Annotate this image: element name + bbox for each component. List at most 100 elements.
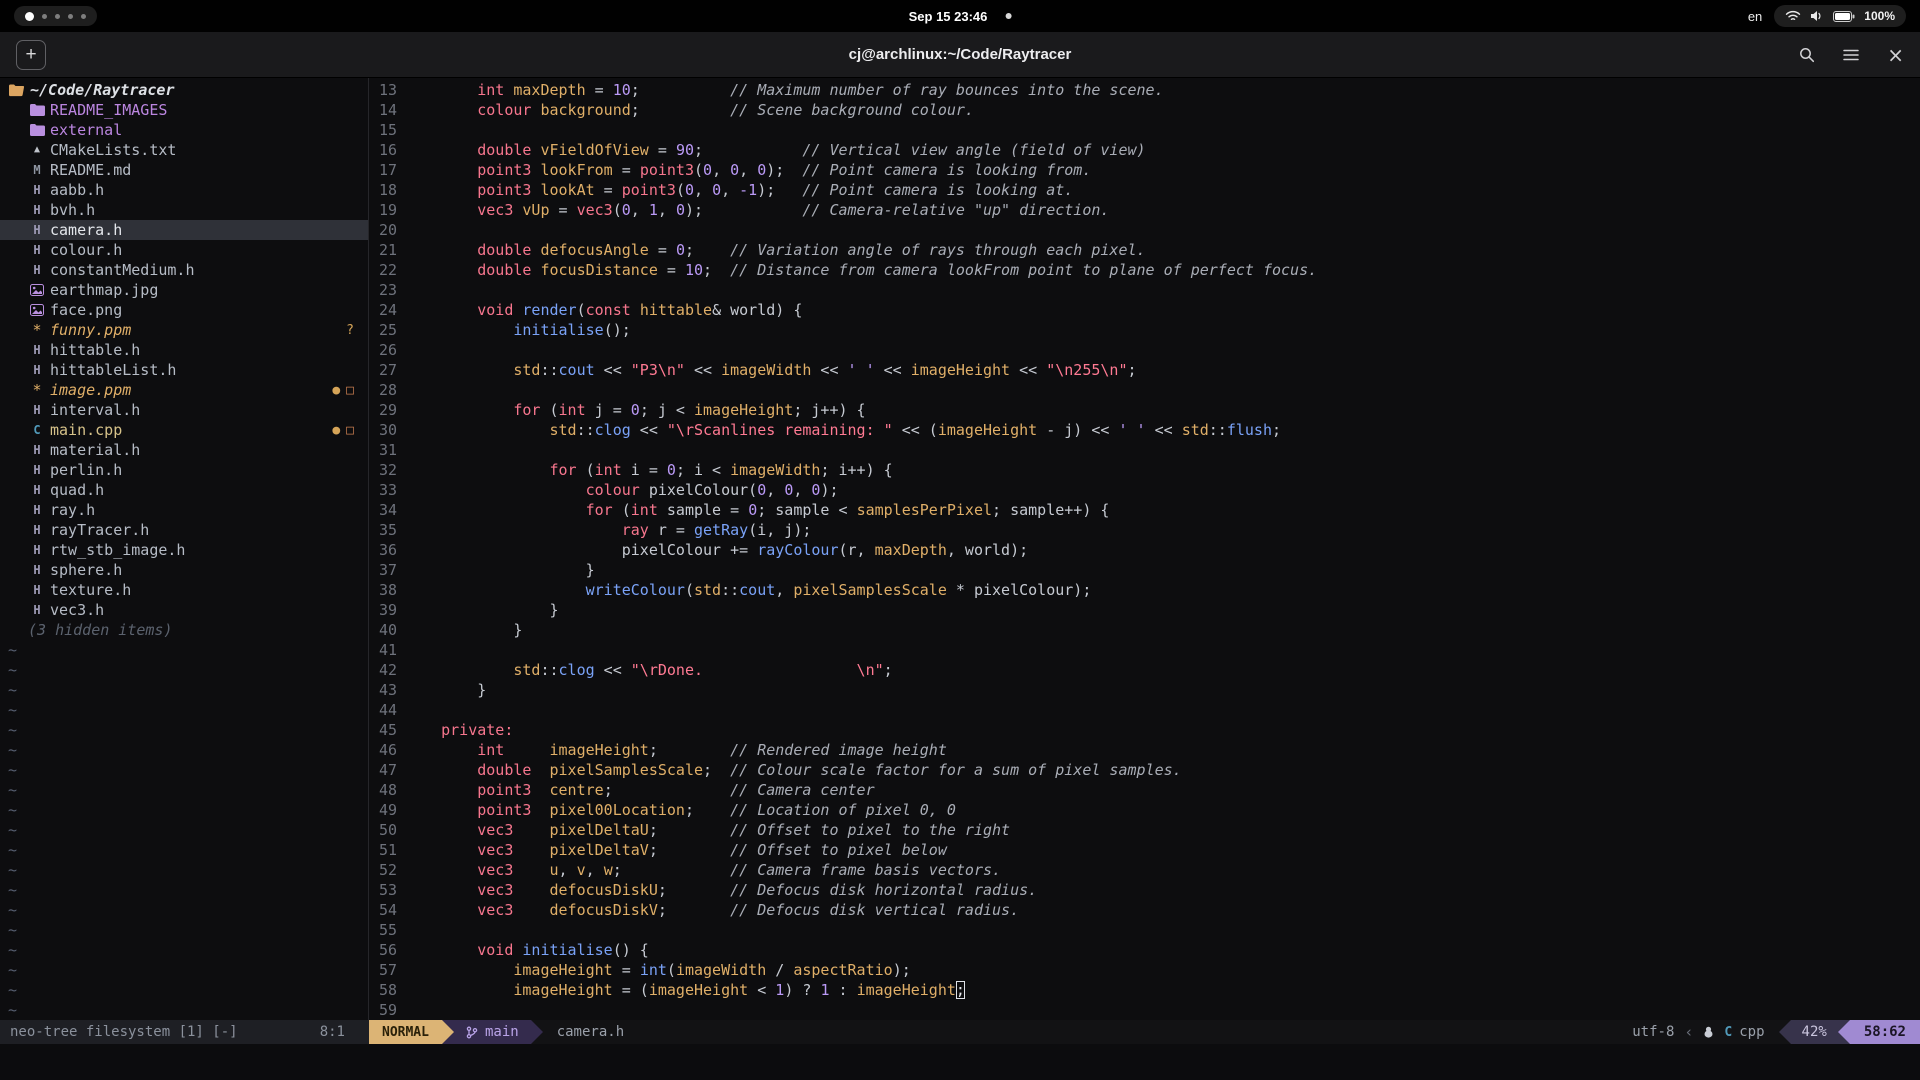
tree-item-hittablelist.h[interactable]: HhittableList.h: [0, 360, 368, 380]
clock[interactable]: Sep 15 23:46: [909, 9, 988, 24]
tree-item-quad.h[interactable]: Hquad.h: [0, 480, 368, 500]
tree-item-sphere.h[interactable]: Hsphere.h: [0, 560, 368, 580]
tree-item-cmakelists.txt[interactable]: ▲CMakeLists.txt: [0, 140, 368, 160]
code-line-25[interactable]: 25 initialise();: [369, 320, 1920, 340]
code-line-35[interactable]: 35 ray r = getRay(i, j);: [369, 520, 1920, 540]
code-line-50[interactable]: 50 vec3 pixelDeltaU; // Offset to pixel …: [369, 820, 1920, 840]
code-line-26[interactable]: 26: [369, 340, 1920, 360]
line-number: 42: [373, 660, 397, 680]
markdown-icon: M: [28, 164, 46, 176]
code-line-17[interactable]: 17 point3 lookFrom = point3(0, 0, 0); //…: [369, 160, 1920, 180]
search-icon[interactable]: [1799, 47, 1815, 63]
tree-item-material.h[interactable]: Hmaterial.h: [0, 440, 368, 460]
code-line-38[interactable]: 38 writeColour(std::cout, pixelSamplesSc…: [369, 580, 1920, 600]
keyboard-layout[interactable]: en: [1748, 9, 1762, 24]
tree-item-face.png[interactable]: face.png: [0, 300, 368, 320]
menu-icon[interactable]: [1843, 49, 1859, 61]
line-number: 22: [373, 260, 397, 280]
tree-item-bvh.h[interactable]: Hbvh.h: [0, 200, 368, 220]
tree-item-readme.md[interactable]: MREADME.md: [0, 160, 368, 180]
tree-item-ray.h[interactable]: Hray.h: [0, 500, 368, 520]
code-line-21[interactable]: 21 double defocusAngle = 0; // Variation…: [369, 240, 1920, 260]
code-line-29[interactable]: 29 for (int j = 0; j < imageHeight; j++)…: [369, 400, 1920, 420]
tree-item-rtw-stb-image.h[interactable]: Hrtw_stb_image.h: [0, 540, 368, 560]
code-line-13[interactable]: 13 int maxDepth = 10; // Maximum number …: [369, 80, 1920, 100]
code-line-37[interactable]: 37 }: [369, 560, 1920, 580]
code-line-49[interactable]: 49 point3 pixel00Location; // Location o…: [369, 800, 1920, 820]
tree-item-earthmap.jpg[interactable]: earthmap.jpg: [0, 280, 368, 300]
system-tray[interactable]: en 100%: [1748, 5, 1906, 27]
code-line-54[interactable]: 54 vec3 defocusDiskV; // Defocus disk ve…: [369, 900, 1920, 920]
tree-item-raytracer.h[interactable]: HrayTracer.h: [0, 520, 368, 540]
tree-item-camera.h[interactable]: Hcamera.h: [0, 220, 368, 240]
code-line-27[interactable]: 27 std::cout << "P3\n" << imageWidth << …: [369, 360, 1920, 380]
battery-percent: 100%: [1864, 9, 1895, 23]
code-line-30[interactable]: 30 std::clog << "\rScanlines remaining: …: [369, 420, 1920, 440]
command-line[interactable]: [0, 1044, 1920, 1080]
tree-item--code-raytracer[interactable]: ~/Code/Raytracer: [0, 80, 368, 100]
code-line-34[interactable]: 34 for (int sample = 0; sample < samples…: [369, 500, 1920, 520]
code-line-58[interactable]: 58 imageHeight = (imageHeight < 1) ? 1 :…: [369, 980, 1920, 1000]
code-text: }: [405, 680, 486, 700]
code-line-56[interactable]: 56 void initialise() {: [369, 940, 1920, 960]
code-text: vec3 defocusDiskU; // Defocus disk horiz…: [405, 880, 1037, 900]
code-text: vec3 u, v, w; // Camera frame basis vect…: [405, 860, 1001, 880]
code-line-48[interactable]: 48 point3 centre; // Camera center: [369, 780, 1920, 800]
code-line-59[interactable]: 59: [369, 1000, 1920, 1020]
code-line-14[interactable]: 14 colour background; // Scene backgroun…: [369, 100, 1920, 120]
code-line-16[interactable]: 16 double vFieldOfView = 90; // Vertical…: [369, 140, 1920, 160]
code-line-44[interactable]: 44: [369, 700, 1920, 720]
workspace-indicator[interactable]: [14, 6, 97, 26]
code-line-28[interactable]: 28: [369, 380, 1920, 400]
code-line-47[interactable]: 47 double pixelSamplesScale; // Colour s…: [369, 760, 1920, 780]
system-top-bar: Sep 15 23:46 en 100%: [0, 0, 1920, 32]
tree-item-aabb.h[interactable]: Haabb.h: [0, 180, 368, 200]
code-line-33[interactable]: 33 colour pixelColour(0, 0, 0);: [369, 480, 1920, 500]
code-line-40[interactable]: 40 }: [369, 620, 1920, 640]
code-text: point3 lookFrom = point3(0, 0, 0); // Po…: [405, 160, 1091, 180]
code-line-57[interactable]: 57 imageHeight = int(imageWidth / aspect…: [369, 960, 1920, 980]
code-line-31[interactable]: 31: [369, 440, 1920, 460]
code-line-55[interactable]: 55: [369, 920, 1920, 940]
code-line-46[interactable]: 46 int imageHeight; // Rendered image he…: [369, 740, 1920, 760]
code-line-18[interactable]: 18 point3 lookAt = point3(0, 0, -1); // …: [369, 180, 1920, 200]
close-icon[interactable]: ×: [1887, 45, 1904, 65]
tree-item-image.ppm[interactable]: *image.ppm●□: [0, 380, 368, 400]
tree-item-perlin.h[interactable]: Hperlin.h: [0, 460, 368, 480]
clock-area[interactable]: Sep 15 23:46: [909, 9, 1012, 24]
tree-item-constantmedium.h[interactable]: HconstantMedium.h: [0, 260, 368, 280]
tree-item-texture.h[interactable]: Htexture.h: [0, 580, 368, 600]
tree-item-interval.h[interactable]: Hinterval.h: [0, 400, 368, 420]
tree-item-external[interactable]: external: [0, 120, 368, 140]
status-pill[interactable]: 100%: [1774, 5, 1906, 27]
code-line-51[interactable]: 51 vec3 pixelDeltaV; // Offset to pixel …: [369, 840, 1920, 860]
tree-item-hittable.h[interactable]: Hhittable.h: [0, 340, 368, 360]
code-line-15[interactable]: 15: [369, 120, 1920, 140]
neo-tree-sidebar[interactable]: ~/Code/RaytracerREADME_IMAGESexternal▲CM…: [0, 78, 369, 1020]
new-tab-button[interactable]: +: [16, 40, 46, 70]
tree-item-readme-images[interactable]: README_IMAGES: [0, 100, 368, 120]
code-line-23[interactable]: 23: [369, 280, 1920, 300]
code-line-45[interactable]: 45 private:: [369, 720, 1920, 740]
tree-item-vec3.h[interactable]: Hvec3.h: [0, 600, 368, 620]
code-line-19[interactable]: 19 vec3 vUp = vec3(0, 1, 0); // Camera-r…: [369, 200, 1920, 220]
code-line-24[interactable]: 24 void render(const hittable& world) {: [369, 300, 1920, 320]
tree-item-label: face.png: [50, 301, 122, 319]
code-line-32[interactable]: 32 for (int i = 0; i < imageWidth; i++) …: [369, 460, 1920, 480]
code-line-43[interactable]: 43 }: [369, 680, 1920, 700]
code-line-42[interactable]: 42 std::clog << "\rDone. \n";: [369, 660, 1920, 680]
code-line-20[interactable]: 20: [369, 220, 1920, 240]
code-line-41[interactable]: 41: [369, 640, 1920, 660]
line-number: 43: [373, 680, 397, 700]
tree-item-colour.h[interactable]: Hcolour.h: [0, 240, 368, 260]
code-line-52[interactable]: 52 vec3 u, v, w; // Camera frame basis v…: [369, 860, 1920, 880]
tree-item--3-hidden-items-[interactable]: (3 hidden items): [0, 620, 368, 640]
code-line-36[interactable]: 36 pixelColour += rayColour(r, maxDepth,…: [369, 540, 1920, 560]
tree-item-main.cpp[interactable]: Cmain.cpp●□: [0, 420, 368, 440]
tree-item-label: ~/Code/Raytracer: [30, 81, 175, 99]
code-line-22[interactable]: 22 double focusDistance = 10; // Distanc…: [369, 260, 1920, 280]
tree-item-funny.ppm[interactable]: *funny.ppm?: [0, 320, 368, 340]
code-line-39[interactable]: 39 }: [369, 600, 1920, 620]
code-line-53[interactable]: 53 vec3 defocusDiskU; // Defocus disk ho…: [369, 880, 1920, 900]
editor-buffer[interactable]: 13 int maxDepth = 10; // Maximum number …: [369, 78, 1920, 1020]
